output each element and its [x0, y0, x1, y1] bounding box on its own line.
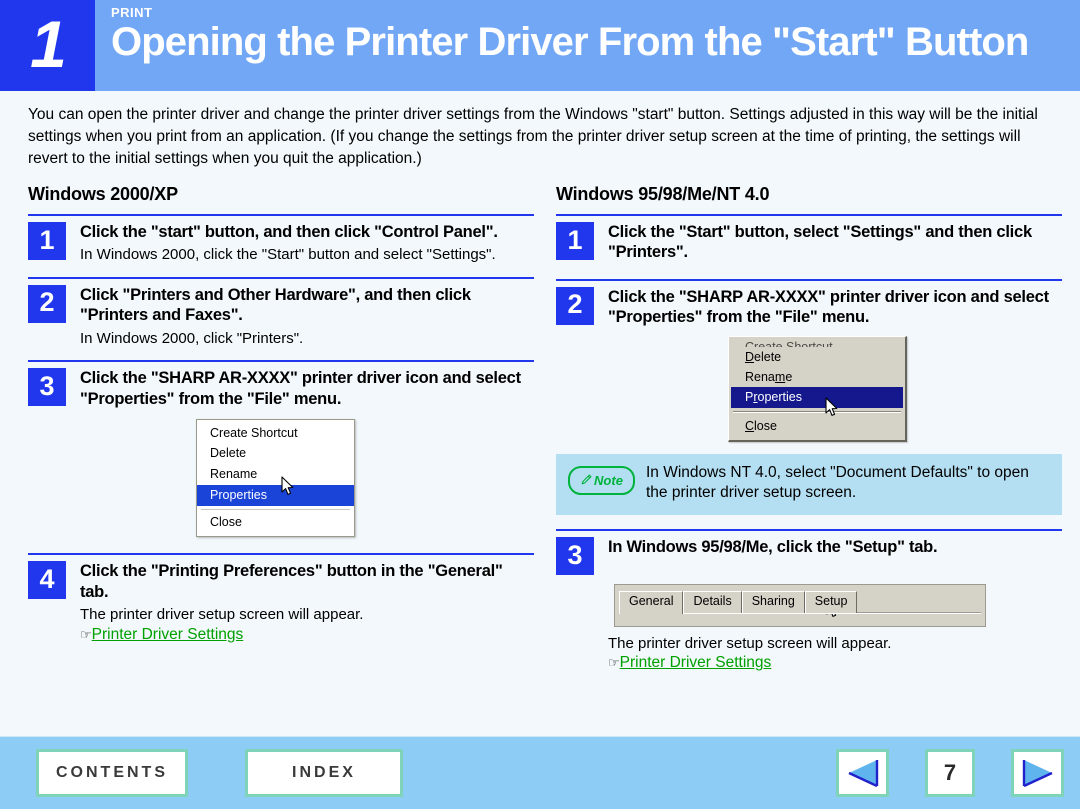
right-step-1: 1 Click the "Start" button, select "Sett…	[556, 214, 1062, 263]
left-step-2-number: 2	[28, 284, 66, 323]
pointing-hand-icon: ☞	[80, 626, 92, 642]
right-step-3-link-row: ☞Printer Driver Settings	[608, 653, 1062, 673]
tab-general[interactable]: General	[619, 591, 684, 614]
menu-item-rename[interactable]: Rename	[197, 465, 354, 486]
note-text: In Windows NT 4.0, select "Document Defa…	[646, 463, 1029, 502]
menu-item-properties[interactable]: Properties	[197, 485, 354, 506]
right-step-1-number: 1	[556, 222, 594, 260]
pointing-hand-icon: ☞	[608, 655, 620, 671]
next-page-button[interactable]	[1011, 749, 1064, 797]
menu-item-rename[interactable]: Rename	[731, 367, 903, 387]
printer-driver-settings-link[interactable]: Printer Driver Settings	[620, 654, 772, 671]
menu-separator	[733, 410, 901, 413]
left-step-3-title: Click the "SHARP AR-XXXX" printer driver…	[80, 369, 521, 408]
right-step-2-title: Click the "SHARP AR-XXXX" printer driver…	[608, 287, 1049, 327]
triangle-right-icon	[1022, 760, 1053, 788]
content-columns: Windows 2000/XP 1 Click the "start" butt…	[28, 184, 1062, 686]
left-step-4-title: Click the "Printing Preferences" button …	[80, 562, 503, 601]
right-step-2: 2 Click the "SHARP AR-XXXX" printer driv…	[556, 278, 1062, 442]
left-step-4-link-row: ☞Printer Driver Settings	[80, 625, 534, 645]
right-step-3-title: In Windows 95/98/Me, click the "Setup" t…	[608, 538, 938, 557]
header-text-group: PRINT Opening the Printer Driver From th…	[95, 0, 1080, 91]
triangle-left-icon	[847, 760, 878, 788]
left-column-heading: Windows 2000/XP	[28, 184, 178, 204]
right-step-3: 3 In Windows 95/98/Me, click the "Setup"…	[556, 529, 1062, 674]
page-title: Opening the Printer Driver From the "Sta…	[111, 20, 1029, 64]
contents-button-label: CONTENTS	[56, 764, 168, 781]
previous-page-button[interactable]	[836, 749, 889, 797]
left-step-2: 2 Click "Printers and Other Hardware", a…	[28, 276, 534, 348]
intro-paragraph: You can open the printer driver and chan…	[28, 106, 1038, 167]
index-button[interactable]: INDEX	[245, 749, 403, 797]
left-step-1-number: 1	[28, 222, 66, 260]
tab-panel-area	[619, 613, 981, 624]
menu-item-delete[interactable]: Delete	[731, 347, 903, 367]
note-badge-label: Note	[594, 472, 623, 488]
page-number: 7	[943, 760, 957, 785]
tab-setup[interactable]: Setup	[804, 591, 858, 613]
left-step-2-title: Click "Printers and Other Hardware", and…	[80, 285, 471, 325]
page-header: 1 PRINT Opening the Printer Driver From …	[0, 0, 1080, 91]
tab-row: General Details Sharing Setup	[619, 591, 981, 614]
right-step-3-subtext: The printer driver setup screen will app…	[608, 634, 892, 652]
right-step-3-number: 3	[556, 537, 594, 576]
right-step-3-extra: The printer driver setup screen will app…	[608, 634, 1062, 674]
left-step-2-subtext: In Windows 2000, click "Printers".	[80, 329, 304, 347]
menu-item-delete[interactable]: Delete	[197, 444, 354, 465]
header-kicker: PRINT	[111, 5, 153, 20]
page-footer: CONTENTS INDEX 7	[0, 736, 1080, 809]
index-button-label: INDEX	[292, 764, 356, 781]
menu-item-properties[interactable]: Properties	[731, 387, 903, 408]
note-box: Note In Windows NT 4.0, select "Document…	[556, 453, 1062, 516]
left-step-1-title: Click the "start" button, and then click…	[80, 223, 498, 241]
left-step-3-number: 3	[28, 368, 66, 407]
tab-sharing[interactable]: Sharing	[741, 591, 805, 613]
menu-separator	[201, 508, 350, 510]
property-tabs-screenshot: General Details Sharing Setup	[614, 584, 986, 627]
left-step-4-number: 4	[28, 561, 66, 600]
page-number-box: 7	[925, 749, 975, 797]
right-column-heading: Windows 95/98/Me/NT 4.0	[556, 184, 770, 204]
right-step-2-number: 2	[556, 286, 594, 325]
right-step-1-title: Click the "Start" button, select "Settin…	[608, 223, 1032, 262]
tab-details[interactable]: Details	[683, 591, 742, 613]
xp-context-menu-screenshot: Create Shortcut Delete Rename Properties…	[196, 419, 355, 538]
contents-button[interactable]: CONTENTS	[36, 749, 188, 797]
chapter-number: 1	[0, 0, 95, 91]
left-step-1: 1 Click the "start" button, and then cli…	[28, 214, 534, 265]
right-column: Windows 95/98/Me/NT 4.0 1 Click the "Sta…	[556, 184, 1062, 686]
menu-item-close[interactable]: Close	[731, 416, 903, 436]
note-badge: Note	[568, 465, 635, 495]
left-step-4-subtext: The printer driver setup screen will app…	[80, 606, 364, 624]
menu-item-create-shortcut[interactable]: Create Shortcut	[197, 423, 354, 444]
left-step-3: 3 Click the "SHARP AR-XXXX" printer driv…	[28, 360, 534, 538]
printer-driver-settings-link[interactable]: Printer Driver Settings	[92, 626, 244, 643]
left-step-4: 4 Click the "Printing Preferences" butto…	[28, 553, 534, 645]
left-step-1-subtext: In Windows 2000, click the "Start" butto…	[80, 246, 496, 264]
win9x-context-menu-screenshot: Create Shortcut Delete Rename Properties…	[728, 335, 907, 442]
menu-item-close[interactable]: Close	[197, 513, 354, 534]
pencil-icon	[581, 474, 592, 485]
left-column: Windows 2000/XP 1 Click the "start" butt…	[28, 184, 534, 686]
menu-item-create-shortcut[interactable]: Create Shortcut	[731, 339, 903, 347]
